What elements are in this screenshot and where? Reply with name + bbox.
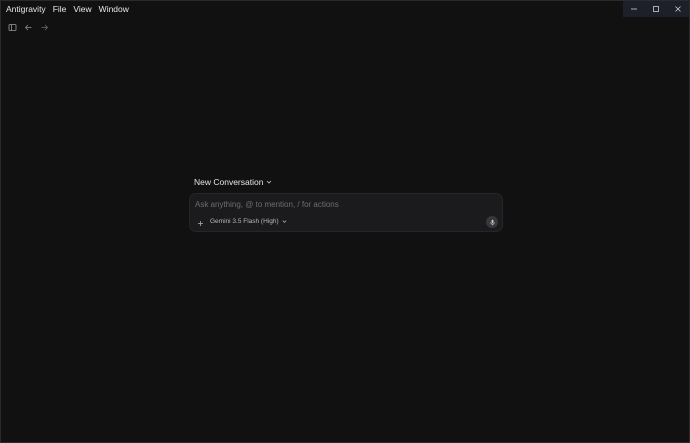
app-name-menu[interactable]: Antigravity [6, 4, 46, 14]
close-icon [675, 6, 681, 12]
chevron-down-icon [267, 180, 272, 184]
sidebar-toggle-button[interactable] [5, 20, 19, 34]
chat-composer: Ask anything, @ to mention, / for action… [189, 193, 503, 232]
window-controls [623, 1, 689, 17]
minimize-button[interactable] [623, 1, 645, 17]
microphone-button[interactable] [486, 216, 498, 228]
menu-window[interactable]: Window [99, 4, 129, 14]
chevron-down-icon [282, 220, 287, 223]
close-button[interactable] [667, 1, 689, 17]
chat-input[interactable]: Ask anything, @ to mention, / for action… [195, 200, 339, 209]
back-button[interactable] [21, 20, 35, 34]
conversation-title: New Conversation [194, 177, 264, 187]
title-bar: Antigravity File View Window [1, 1, 689, 17]
nav-toolbar [1, 19, 53, 35]
menu-bar: Antigravity File View Window [1, 1, 136, 17]
microphone-icon [489, 219, 495, 225]
menu-file[interactable]: File [53, 4, 67, 14]
plus-icon [197, 220, 203, 226]
app-window: Antigravity File View Window New Convers… [0, 0, 690, 443]
sidebar-toggle-icon [8, 23, 16, 31]
conversation-selector[interactable]: New Conversation [194, 176, 272, 188]
model-selector[interactable]: Gemini 3.5 Flash (High) [210, 218, 287, 225]
add-context-button[interactable] [194, 217, 206, 229]
forward-button[interactable] [37, 20, 51, 34]
menu-view[interactable]: View [73, 4, 91, 14]
maximize-button[interactable] [645, 1, 667, 17]
maximize-icon [653, 6, 659, 12]
arrow-left-icon [24, 24, 31, 30]
model-label: Gemini 3.5 Flash (High) [210, 218, 279, 225]
arrow-right-icon [41, 24, 48, 30]
minimize-icon [631, 8, 637, 10]
